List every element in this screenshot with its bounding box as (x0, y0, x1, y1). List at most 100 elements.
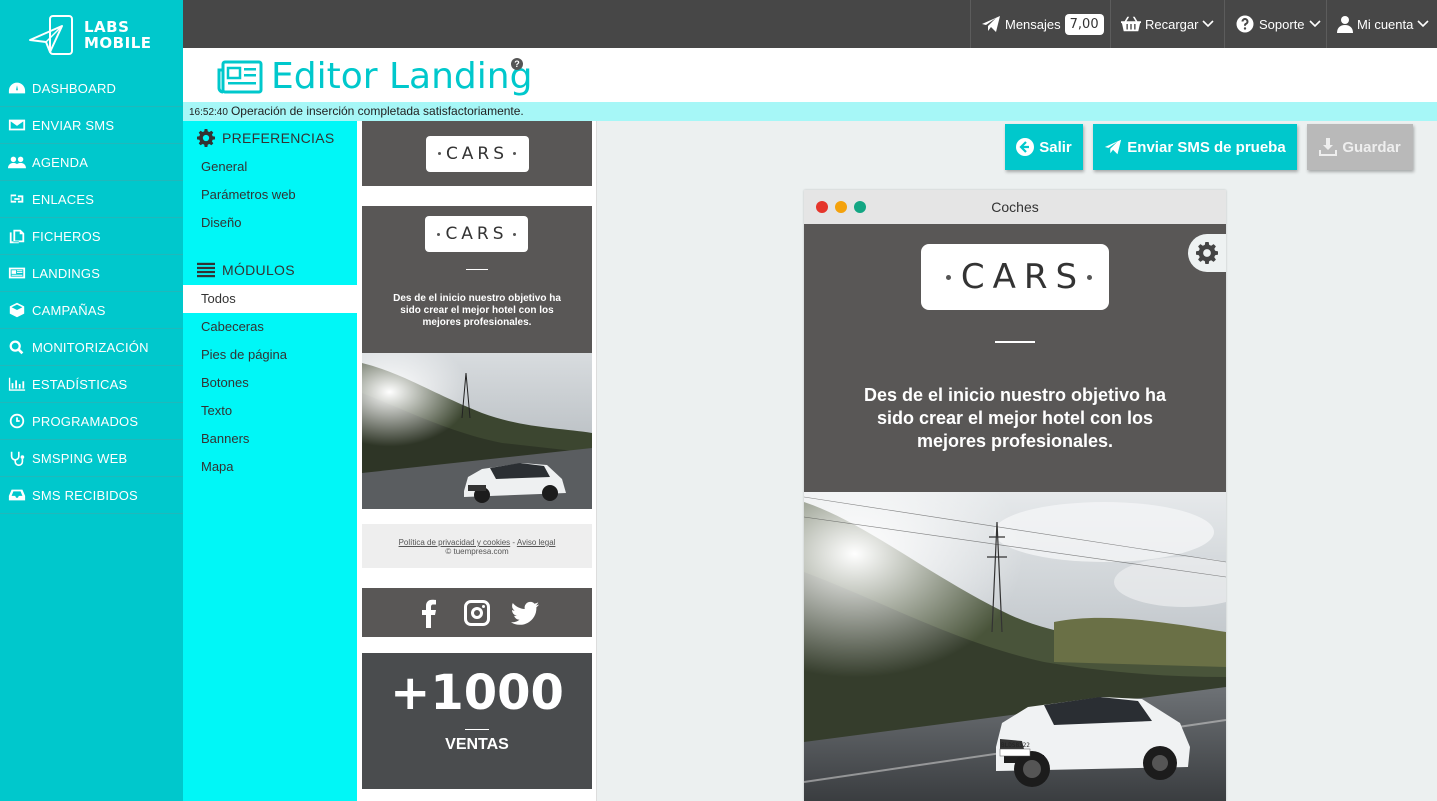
sidebar-item-campanas[interactable]: CAMPAÑAS (0, 292, 183, 329)
sidebar-item-ficheros[interactable]: FICHEROS (0, 218, 183, 255)
module-text: Des de el inicio nuestro objetivo ha sid… (393, 293, 561, 328)
pref-item-diseno[interactable]: Diseño (183, 209, 357, 237)
sidebar-item-enviar-sms[interactable]: ENVIAR SMS (0, 107, 183, 144)
window-titlebar: Coches (804, 190, 1226, 224)
preview-body-text[interactable]: Des de el inicio nuestro objetivo ha sid… (854, 384, 1176, 453)
paper-plane-icon (1105, 139, 1122, 155)
send-test-sms-button[interactable]: Enviar SMS de prueba (1093, 124, 1297, 170)
top-bar: Mensajes 7,00 Recargar Soporte Mi cuenta (183, 0, 1437, 48)
sidebar-item-agenda[interactable]: AGENDA (0, 144, 183, 181)
module-filter-cabeceras[interactable]: Cabeceras (183, 313, 357, 341)
module-header-with-image[interactable]: CARS Des de el inicio nuestro objetivo h… (362, 206, 592, 509)
module-filter-botones[interactable]: Botones (183, 369, 357, 397)
divider (466, 269, 488, 270)
module-filter-todos[interactable]: Todos (183, 285, 357, 313)
pref-item-parametros-web[interactable]: Parámetros web (183, 181, 357, 209)
car-photo (362, 353, 592, 509)
page-title: Editor Landing (217, 56, 532, 97)
newspaper-icon (217, 60, 263, 93)
sidebar-item-smsping-web[interactable]: SMSPING WEB (0, 440, 183, 477)
arrow-left-circle-icon (1016, 138, 1035, 156)
module-logo-header[interactable]: CARS (362, 121, 592, 186)
users-icon (6, 153, 28, 171)
search-icon (6, 338, 28, 356)
window-maximize-dot[interactable] (854, 201, 866, 213)
twitter-icon (511, 601, 539, 625)
window-minimize-dot[interactable] (835, 201, 847, 213)
stats-label: VENTAS (445, 736, 509, 753)
sidebar-item-landings[interactable]: LANDINGS (0, 255, 183, 292)
status-message: Operación de inserción completada satisf… (230, 104, 524, 118)
preview-car-photo[interactable]: BLDS8322 (804, 492, 1226, 801)
exit-button[interactable]: Salir (1005, 124, 1083, 170)
paper-plane-icon (982, 16, 1000, 32)
status-bar: 16:52:40 Operación de inserción completad… (183, 102, 1437, 121)
pref-item-general[interactable]: General (183, 153, 357, 181)
chevron-down-icon (1417, 20, 1429, 28)
newspaper-icon (6, 264, 28, 282)
facebook-icon (422, 599, 436, 628)
clock-icon (6, 412, 28, 430)
sidebar-item-enlaces[interactable]: ENLACES (0, 181, 183, 218)
user-icon (1337, 16, 1353, 33)
dashboard-icon (6, 79, 28, 97)
window-close-dot[interactable] (816, 201, 828, 213)
link-icon (6, 190, 28, 208)
cube-icon (6, 301, 28, 319)
messages-menu[interactable]: Mensajes 7,00 (970, 0, 1127, 48)
legal-link[interactable]: Aviso legal (517, 538, 556, 547)
files-icon (6, 227, 28, 245)
stethoscope-icon (6, 449, 28, 467)
preferences-panel: PREFERENCIAS General Parámetros web Dise… (183, 121, 357, 801)
sidebar: LABS MOBILE DASHBOARD ENVIAR SMS AGENDA … (0, 0, 183, 801)
sidebar-item-estadisticas[interactable]: ESTADÍSTICAS (0, 366, 183, 403)
module-filter-mapa[interactable]: Mapa (183, 453, 357, 481)
sidebar-item-dashboard[interactable]: DASHBOARD (0, 70, 183, 107)
chevron-down-icon (1308, 20, 1321, 28)
module-social[interactable] (362, 588, 592, 637)
module-filter-banners[interactable]: Banners (183, 425, 357, 453)
download-icon (1319, 138, 1338, 156)
help-icon[interactable]: ? (511, 58, 523, 70)
sidebar-nav: DASHBOARD ENVIAR SMS AGENDA ENLACES FICH… (0, 70, 183, 514)
paper-plane-phone-icon (29, 15, 73, 55)
module-filter-texto[interactable]: Texto (183, 397, 357, 425)
module-footer[interactable]: Política de privacidad y cookies - Aviso… (362, 524, 592, 568)
cars-logo: CARS (425, 216, 528, 252)
gear-icon (197, 129, 215, 147)
landing-preview-window: Coches CARS Des de el inicio nuestro obj… (804, 190, 1226, 801)
module-stats-banner[interactable]: +1000 VENTAS (362, 653, 592, 789)
preview-divider (995, 341, 1035, 343)
envelope-icon (6, 116, 28, 134)
preferences-title: PREFERENCIAS (183, 123, 357, 153)
support-menu[interactable]: Soporte (1224, 0, 1326, 48)
module-settings-button[interactable] (1188, 234, 1226, 272)
window-title: Coches (991, 199, 1039, 215)
account-menu[interactable]: Mi cuenta (1326, 0, 1437, 48)
modules-title: MÓDULOS (183, 255, 357, 285)
license-plate: BLDS8322 (1001, 742, 1030, 749)
brand-name: LABS MOBILE (84, 18, 152, 52)
messages-count-badge: 7,00 (1064, 13, 1104, 35)
module-filter-pies-de-pagina[interactable]: Pies de página (183, 341, 357, 369)
recharge-menu[interactable]: Recargar (1110, 0, 1224, 48)
instagram-icon (464, 599, 490, 626)
preview-cars-logo[interactable]: CARS (921, 244, 1109, 310)
chevron-down-icon (1202, 20, 1215, 28)
privacy-link[interactable]: Política de privacidad y cookies (399, 538, 511, 547)
save-button[interactable]: Guardar (1307, 124, 1413, 170)
sidebar-item-sms-recibidos[interactable]: SMS RECIBIDOS (0, 477, 183, 514)
module-thumbnails: CARS CARS Des de el inicio nuestro objet… (357, 121, 597, 801)
list-icon (197, 262, 215, 278)
bar-chart-icon (6, 375, 28, 393)
brand-logo[interactable]: LABS MOBILE (0, 0, 183, 70)
basket-icon (1121, 16, 1141, 32)
inbox-icon (6, 486, 28, 504)
status-time: 16:52:40 (189, 107, 228, 118)
sidebar-item-programados[interactable]: PROGRAMADOS (0, 403, 183, 440)
gear-icon (1196, 242, 1218, 264)
page-header: Editor Landing ? (183, 48, 1437, 102)
cars-logo: CARS (425, 135, 529, 172)
question-circle-icon (1236, 15, 1254, 33)
sidebar-item-monitorizacion[interactable]: MONITORIZACIÓN (0, 329, 183, 366)
